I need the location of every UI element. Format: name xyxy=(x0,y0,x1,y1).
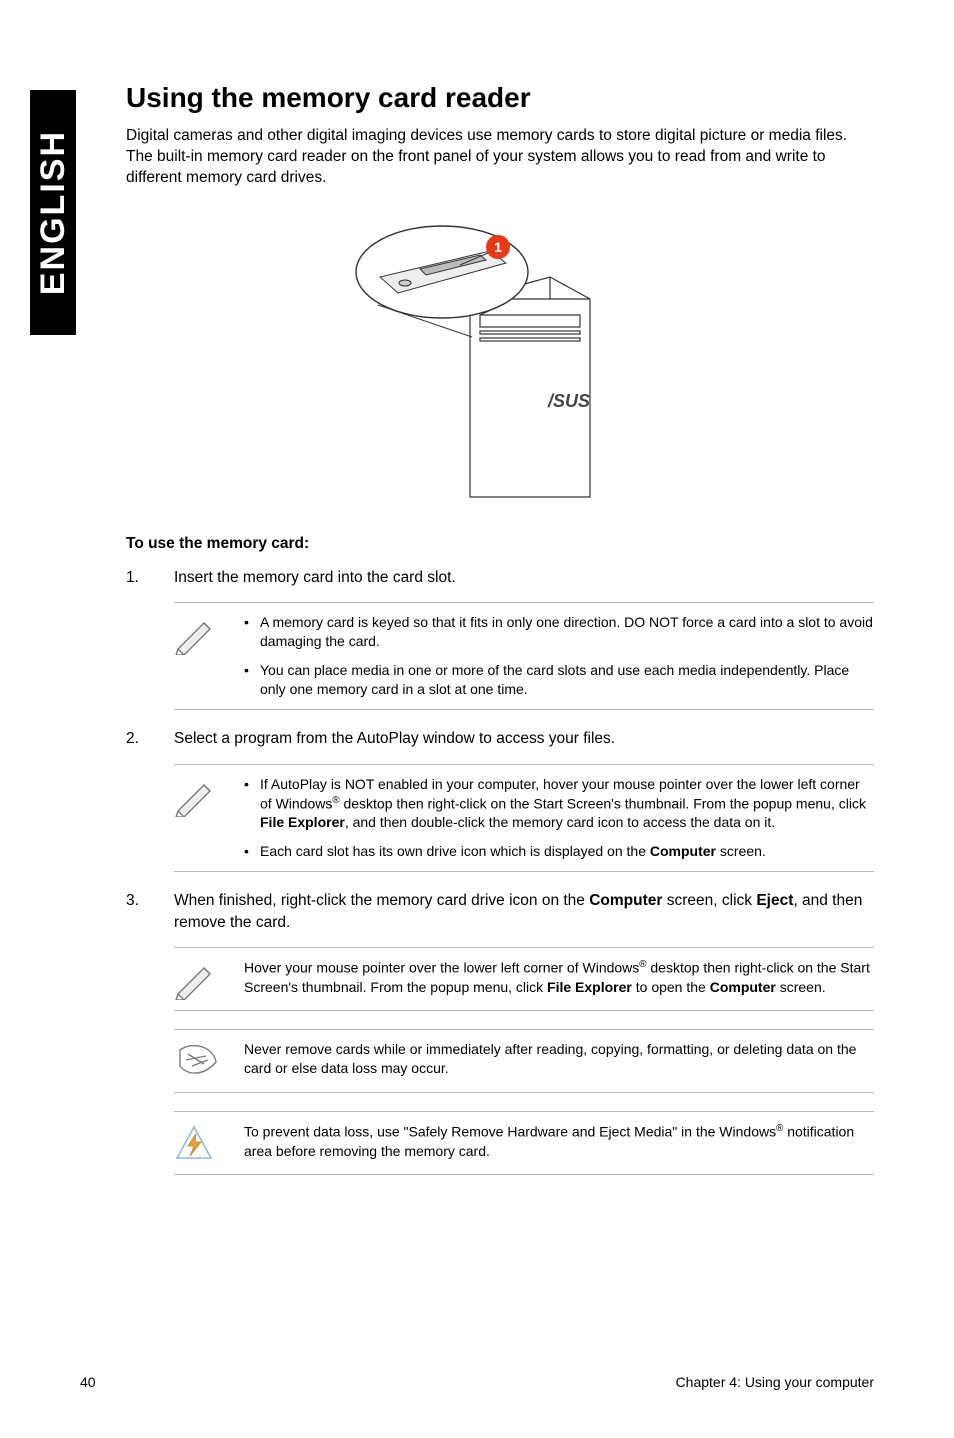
note-text: To prevent data loss, use "Safely Remove… xyxy=(244,1122,874,1164)
tower-logo: /SUS xyxy=(547,391,590,411)
note-item: Each card slot has its own drive icon wh… xyxy=(244,842,874,861)
page-footer: 40 Chapter 4: Using your computer xyxy=(80,1374,874,1390)
note-block-5: To prevent data loss, use "Safely Remove… xyxy=(174,1111,874,1175)
note-item: You can place media in one or more of th… xyxy=(244,661,874,699)
note-block-1: A memory card is keyed so that it fits i… xyxy=(174,602,874,710)
step-number: 1. xyxy=(126,567,174,589)
note-block-2: If AutoPlay is NOT enabled in your compu… xyxy=(174,764,874,872)
intro-paragraph: Digital cameras and other digital imagin… xyxy=(126,126,874,189)
step-number: 3. xyxy=(126,890,174,933)
note-item: A memory card is keyed so that it fits i… xyxy=(244,613,874,651)
step-2: 2. Select a program from the AutoPlay wi… xyxy=(126,728,874,750)
page-title: Using the memory card reader xyxy=(126,82,874,114)
hand-caution-icon xyxy=(174,1042,222,1082)
pencil-icon xyxy=(174,777,218,817)
warning-bolt-icon xyxy=(174,1124,214,1164)
procedure-heading: To use the memory card: xyxy=(126,535,874,553)
note-block-4: Never remove cards while or immediately … xyxy=(174,1029,874,1093)
pencil-icon xyxy=(174,615,218,655)
step-1: 1. Insert the memory card into the card … xyxy=(126,567,874,589)
language-tab-label: ENGLISH xyxy=(34,130,73,295)
step-text: Insert the memory card into the card slo… xyxy=(174,567,874,589)
pencil-icon xyxy=(174,960,218,1000)
note-item: If AutoPlay is NOT enabled in your compu… xyxy=(244,775,874,832)
note-text: Hover your mouse pointer over the lower … xyxy=(244,958,874,1000)
page-number: 40 xyxy=(80,1374,96,1390)
step-number: 2. xyxy=(126,728,174,750)
chapter-label: Chapter 4: Using your computer xyxy=(676,1374,874,1390)
step-text: Select a program from the AutoPlay windo… xyxy=(174,728,874,750)
note-text: Never remove cards while or immediately … xyxy=(244,1040,874,1082)
step-3: 3. When finished, right-click the memory… xyxy=(126,890,874,933)
step-text: When finished, right-click the memory ca… xyxy=(174,890,874,933)
product-illustration: /SUS 1 xyxy=(126,207,874,507)
callout-number: 1 xyxy=(494,239,502,255)
note-block-3: Hover your mouse pointer over the lower … xyxy=(174,947,874,1011)
language-tab: ENGLISH xyxy=(30,90,76,335)
